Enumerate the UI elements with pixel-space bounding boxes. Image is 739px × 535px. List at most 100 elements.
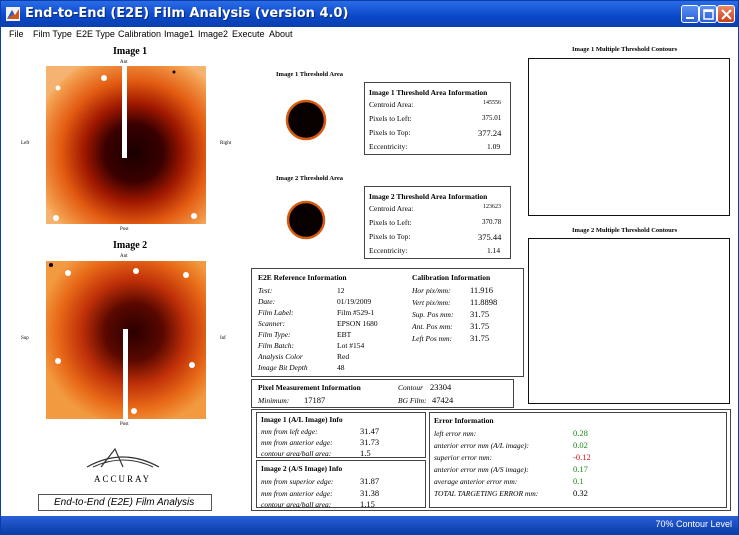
pixel-title: Pixel Measurement Information bbox=[258, 383, 361, 392]
threshold1-row-label: Centroid Area: bbox=[369, 100, 414, 109]
pixel-bgfilm-value: 47424 bbox=[432, 395, 454, 405]
calibration-row-value: 31.75 bbox=[470, 309, 490, 319]
contours1-plot[interactable] bbox=[528, 58, 730, 216]
reference-row-value: EPSON 1680 bbox=[337, 319, 378, 328]
pixel-minimum-label: Minimum: bbox=[258, 396, 290, 405]
calibration-row-label: Hor pix/mm: bbox=[412, 286, 451, 295]
al-info-title: Image 1 (A/L Image) Info bbox=[261, 415, 343, 424]
image2-label-left: Sup bbox=[21, 336, 29, 341]
al-info-row-label: mm from anterior edge: bbox=[261, 438, 333, 447]
error-row-label: superior error mm: bbox=[434, 453, 493, 462]
threshold2-row-value: 375.44 bbox=[478, 232, 502, 242]
maximize-icon bbox=[703, 9, 714, 20]
threshold2-row-label: Eccentricity: bbox=[369, 246, 408, 255]
pixel-bgfilm-label: BG Film: bbox=[398, 396, 427, 405]
image1-label-left: Left bbox=[21, 141, 30, 146]
accuray-logo-text: ACCURAY bbox=[94, 474, 152, 484]
title-bar[interactable]: End-to-End (E2E) Film Analysis (version … bbox=[1, 1, 738, 27]
reference-title: E2E Reference Information bbox=[258, 273, 347, 282]
image2-heading: Image 2 bbox=[113, 240, 148, 251]
as-info-title: Image 2 (A/S Image) Info bbox=[261, 464, 343, 473]
menu-calibration[interactable]: Calibration bbox=[118, 29, 161, 39]
close-button[interactable] bbox=[717, 5, 735, 23]
pixel-contour-label: Contour bbox=[398, 383, 424, 392]
threshold1-row-label: Pixels to Left: bbox=[369, 114, 412, 123]
threshold2-row-label: Centroid Area: bbox=[369, 204, 414, 213]
main-window: End-to-End (E2E) Film Analysis (version … bbox=[0, 0, 739, 535]
minimize-button[interactable] bbox=[681, 5, 699, 23]
reference-row-label: Image Bit Depth bbox=[258, 363, 308, 372]
error-row-label: anterior error mm (A/L image): bbox=[434, 441, 529, 450]
image1-label-bottom: Post bbox=[120, 227, 129, 232]
reference-panel: E2E Reference Information Test: 12 Date:… bbox=[251, 268, 524, 377]
menu-film-type[interactable]: Film Type bbox=[33, 29, 72, 39]
pixel-minimum-value: 17187 bbox=[304, 395, 326, 405]
window-title: End-to-End (E2E) Film Analysis (version … bbox=[25, 6, 349, 21]
calibration-row-value: 31.75 bbox=[470, 321, 490, 331]
error-row-value: 0.1 bbox=[573, 476, 584, 486]
menu-file[interactable]: File bbox=[9, 29, 24, 39]
error-row-value: 0.28 bbox=[573, 428, 588, 438]
as-info-row-label: mm from anterior edge: bbox=[261, 489, 333, 498]
calibration-row-value: 11.916 bbox=[470, 285, 494, 295]
error-title: Error Information bbox=[434, 416, 494, 425]
threshold1-row-label: Eccentricity: bbox=[369, 142, 408, 151]
matlab-icon bbox=[6, 7, 20, 21]
reference-row-value: EBT bbox=[337, 330, 352, 339]
as-info-row-label: mm from superior edge: bbox=[261, 477, 334, 486]
menu-execute[interactable]: Execute bbox=[232, 29, 265, 39]
as-info-panel: Image 2 (A/S Image) Info mm from superio… bbox=[256, 460, 426, 509]
calibration-row-label: Sup. Pos mm: bbox=[412, 310, 454, 319]
calibration-row-label: Left Pos mm: bbox=[412, 334, 452, 343]
image2-film-graphic bbox=[46, 261, 206, 419]
maximize-button[interactable] bbox=[699, 5, 717, 23]
reference-row-label: Test: bbox=[258, 286, 273, 295]
reference-row-label: Analysis Color bbox=[258, 352, 303, 361]
threshold2-shape bbox=[286, 200, 326, 240]
contours1-title: Image 1 Multiple Threshold Contours bbox=[572, 46, 678, 53]
close-icon bbox=[721, 9, 732, 20]
threshold2-row-value: 123623 bbox=[483, 204, 501, 210]
reference-row-label: Film Batch: bbox=[258, 341, 295, 350]
threshold2-info-title: Image 2 Threshold Area Information bbox=[369, 192, 488, 201]
image1-film[interactable] bbox=[46, 66, 206, 224]
image2-label-right: Inf bbox=[220, 336, 226, 341]
threshold1-shape-graphic bbox=[285, 99, 327, 141]
reference-row-label: Scanner: bbox=[258, 319, 286, 328]
reference-row-value: 01/19/2009 bbox=[337, 297, 372, 306]
calibration-row-label: Vert pix/mm: bbox=[412, 298, 451, 307]
threshold2-row-label: Pixels to Left: bbox=[369, 218, 412, 227]
calibration-row-value: 11.8898 bbox=[470, 297, 498, 307]
menu-e2e-type[interactable]: E2E Type bbox=[76, 29, 115, 39]
image1-film-graphic bbox=[46, 66, 206, 224]
reference-row-label: Date: bbox=[258, 297, 276, 306]
reference-row-value: Red bbox=[337, 352, 350, 361]
app-label: End-to-End (E2E) Film Analysis bbox=[54, 497, 195, 508]
reference-row-value: 48 bbox=[337, 363, 345, 372]
reference-row-value: Lot #154 bbox=[337, 341, 365, 350]
threshold1-row-label: Pixels to Top: bbox=[369, 128, 411, 137]
threshold1-row-value: 377.24 bbox=[478, 128, 502, 138]
al-info-panel: Image 1 (A/L Image) Info mm from left ed… bbox=[256, 412, 426, 458]
error-row-label: left error mm: bbox=[434, 429, 477, 438]
contours2-plot[interactable] bbox=[528, 238, 730, 404]
reference-row-value: 12 bbox=[337, 286, 345, 295]
menu-image1[interactable]: Image1 bbox=[164, 29, 194, 39]
menu-about[interactable]: About bbox=[269, 29, 293, 39]
image2-film[interactable] bbox=[46, 261, 206, 419]
menu-image2[interactable]: Image2 bbox=[198, 29, 228, 39]
al-info-row-label: mm from left edge: bbox=[261, 427, 318, 436]
image1-label-right: Right bbox=[220, 141, 232, 146]
image1-label-top: Ant bbox=[120, 60, 128, 65]
as-info-row-value: 1.15 bbox=[360, 499, 375, 509]
al-info-row-value: 31.73 bbox=[360, 437, 380, 447]
threshold1-row-value: 1.09 bbox=[487, 142, 501, 151]
contours2-title: Image 2 Multiple Threshold Contours bbox=[572, 227, 678, 234]
error-row-value: 0.02 bbox=[573, 440, 588, 450]
threshold2-row-value: 1.14 bbox=[487, 246, 501, 255]
as-info-row-value: 31.87 bbox=[360, 476, 380, 486]
error-row-label: average anterior error mm: bbox=[434, 477, 518, 486]
image1-heading: Image 1 bbox=[113, 46, 148, 57]
threshold1-title: Image 1 Threshold Area bbox=[276, 71, 343, 78]
error-row-value: -0.12 bbox=[573, 452, 591, 462]
